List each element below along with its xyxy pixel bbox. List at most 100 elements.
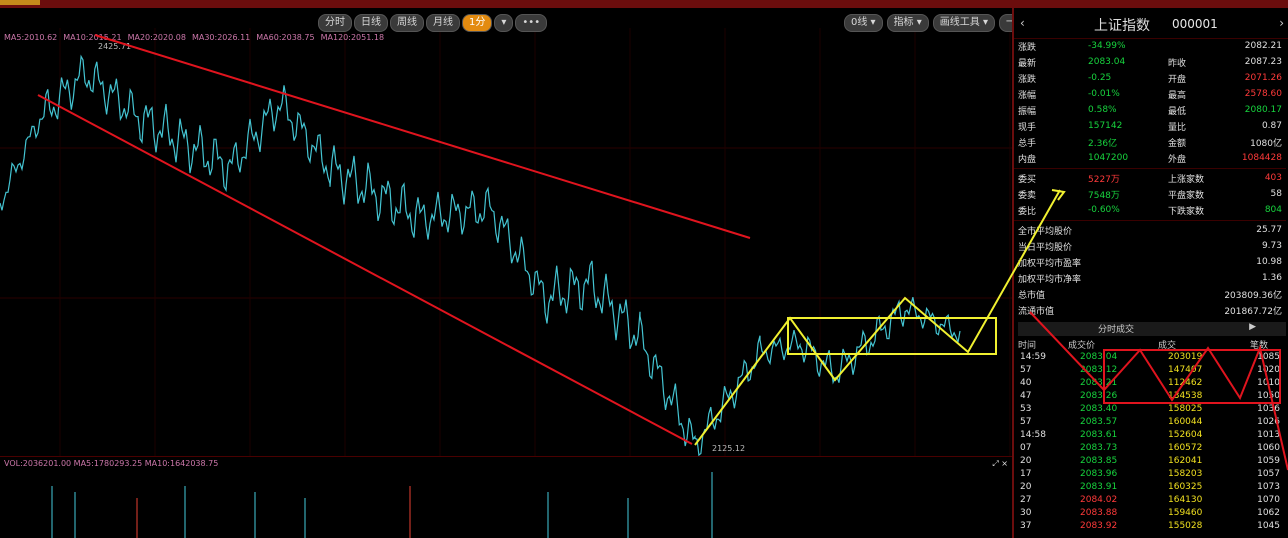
- tick-count: 1085: [1257, 352, 1280, 362]
- ellipsis-icon[interactable]: •••: [515, 14, 548, 32]
- period-button-0[interactable]: 分时: [318, 14, 352, 32]
- stat-label: 当日平均股价: [1018, 242, 1073, 253]
- play-icon[interactable]: ▶: [1249, 322, 1256, 332]
- high-price-label: 2425.71: [98, 42, 132, 51]
- period-button-1[interactable]: 日线: [354, 14, 388, 32]
- tick-count: 1059: [1257, 456, 1280, 466]
- quote-label: 涨幅: [1018, 90, 1037, 101]
- chart-toolbar: 分时 日线 周线 月线 1分 ▾ •••: [318, 14, 548, 32]
- breadth-label-2: 下跌家数: [1168, 206, 1205, 217]
- tick-time: 14:59: [1020, 352, 1046, 362]
- caret-down-icon[interactable]: ▾: [494, 14, 514, 32]
- right-tool-button-1[interactable]: 指标 ▾: [886, 14, 929, 32]
- legend-item: MA60:2038.75: [256, 33, 315, 42]
- tick-row: 40 2083.21 112462 1010: [1018, 378, 1286, 391]
- quote-value-2: 2578.60: [1244, 89, 1282, 99]
- breadth-value-2: 58: [1270, 189, 1282, 199]
- quote-row: 内盘 1047200 外盘 1084428: [1018, 150, 1286, 166]
- legend-item: MA5:2010.62: [4, 33, 58, 42]
- tick-price: 2083.91: [1080, 482, 1118, 492]
- quote-value-2: 2087.23: [1244, 57, 1282, 67]
- tick-count: 1050: [1257, 391, 1280, 401]
- tick-time: 40: [1020, 378, 1032, 388]
- stat-value: 201867.72亿: [1224, 306, 1282, 317]
- expand-icon[interactable]: ⤢ ×: [992, 457, 1008, 471]
- tick-row: 20 2083.91 160325 1073: [1018, 482, 1286, 495]
- tick-price: 2083.88: [1080, 508, 1118, 518]
- tick-volume: 158025: [1168, 404, 1203, 414]
- quote-label: 内盘: [1018, 154, 1037, 165]
- tick-price: 2083.04: [1080, 352, 1118, 362]
- tick-volume: 160325: [1168, 482, 1203, 492]
- tick-price: 2083.96: [1080, 469, 1118, 479]
- ticks-col-header: 笔数: [1250, 341, 1269, 351]
- quote-label: 现手: [1018, 122, 1037, 133]
- tick-volume: 160044: [1168, 417, 1203, 427]
- quote-label-2: 量比: [1168, 122, 1187, 133]
- tick-count: 1020: [1257, 365, 1280, 375]
- tick-time: 47: [1020, 391, 1032, 401]
- next-stock-icon[interactable]: ›: [1279, 16, 1284, 30]
- stat-value: 10.98: [1256, 257, 1282, 267]
- period-button-2[interactable]: 周线: [390, 14, 424, 32]
- volume-legend: VOL:2036201.00 MA5:1780293.25 MA10:16420…: [0, 456, 1016, 471]
- quote-label: 涨跌: [1018, 42, 1037, 53]
- stat-row: 加权平均市净率 1.36: [1018, 270, 1286, 286]
- divider: [1014, 168, 1286, 169]
- breadth-value: 7548万: [1088, 190, 1120, 201]
- price-series: [0, 54, 961, 457]
- right-tool-button-2[interactable]: 画线工具 ▾: [932, 14, 995, 32]
- quote-label: 振幅: [1018, 106, 1037, 117]
- tick-row: 17 2083.96 158203 1057: [1018, 469, 1286, 482]
- period-button-4[interactable]: 1分: [462, 14, 493, 32]
- quote-value: 157142: [1088, 121, 1123, 131]
- tick-count: 1036: [1257, 404, 1280, 414]
- quote-row: 总手 2.36亿 金额 1080亿: [1018, 134, 1286, 150]
- breadth-table: 委买 5227万 上涨家数 403 委卖 7548万 平盘家数 58 委比 -0.60% 下跌家数 8…: [1018, 170, 1286, 218]
- quote-row: 最新 2083.04 昨收 2087.23: [1018, 54, 1286, 70]
- tick-price: 2083.73: [1080, 443, 1118, 453]
- tick-price: 2083.12: [1080, 365, 1118, 375]
- quote-value: -0.01%: [1088, 89, 1120, 99]
- tick-count: 1073: [1257, 482, 1280, 492]
- breadth-label: 委比: [1018, 206, 1037, 217]
- stat-value: 25.77: [1256, 225, 1282, 235]
- stat-row: 流通市值 201867.72亿: [1018, 302, 1286, 318]
- period-button-3[interactable]: 月线: [426, 14, 460, 32]
- tick-row: 14:58 2083.61 152604 1013: [1018, 430, 1286, 443]
- low-price-label: 2125.12: [712, 444, 746, 453]
- tick-volume: 152604: [1168, 430, 1203, 440]
- breadth-row: 委比 -0.60% 下跌家数 804: [1018, 202, 1286, 218]
- tick-time: 20: [1020, 456, 1032, 466]
- stat-value: 203809.36亿: [1224, 290, 1282, 301]
- breadth-label: 委买: [1018, 174, 1037, 185]
- quote-value: -34.99%: [1088, 41, 1126, 51]
- tick-time: 57: [1020, 365, 1032, 375]
- stat-row: 总市值 203809.36亿: [1018, 286, 1286, 302]
- tick-price: 2083.21: [1080, 378, 1118, 388]
- tick-price: 2084.02: [1080, 495, 1118, 505]
- tick-count: 1060: [1257, 443, 1280, 453]
- quote-value-2: 2071.26: [1244, 73, 1282, 83]
- tick-time: 30: [1020, 508, 1032, 518]
- tick-row: 57 2083.57 160044 1026: [1018, 417, 1286, 430]
- breadth-label-2: 上涨家数: [1168, 174, 1205, 185]
- tick-row: 14:59 2083.04 203019 1085: [1018, 352, 1286, 365]
- tick-price: 2083.40: [1080, 404, 1118, 414]
- legend-item: MA10:2015.21: [63, 33, 122, 42]
- right-tool-button-0[interactable]: 0线 ▾: [844, 14, 883, 32]
- stat-label: 流通市值: [1018, 306, 1055, 317]
- divider: [1014, 220, 1286, 221]
- quote-row: 振幅 0.58% 最低 2080.17: [1018, 102, 1286, 118]
- chart-grid: [0, 28, 1012, 456]
- ticks-header: 时间 成交价 成交 笔数: [1018, 338, 1286, 351]
- tick-count: 1070: [1257, 495, 1280, 505]
- tick-time: 07: [1020, 443, 1032, 453]
- prev-stock-icon[interactable]: ‹: [1020, 16, 1025, 30]
- stats-table: 全市平均股价 25.77 当日平均股价 9.73 加权平均市盈率 10.98 加权平均市净率…: [1018, 222, 1286, 318]
- tick-count: 1045: [1257, 521, 1280, 531]
- stat-value: 9.73: [1261, 241, 1282, 251]
- quote-label-2: 最高: [1168, 90, 1187, 101]
- tick-row: 37 2083.92 155028 1045: [1018, 521, 1286, 534]
- index-name: 上证指数: [1094, 18, 1150, 34]
